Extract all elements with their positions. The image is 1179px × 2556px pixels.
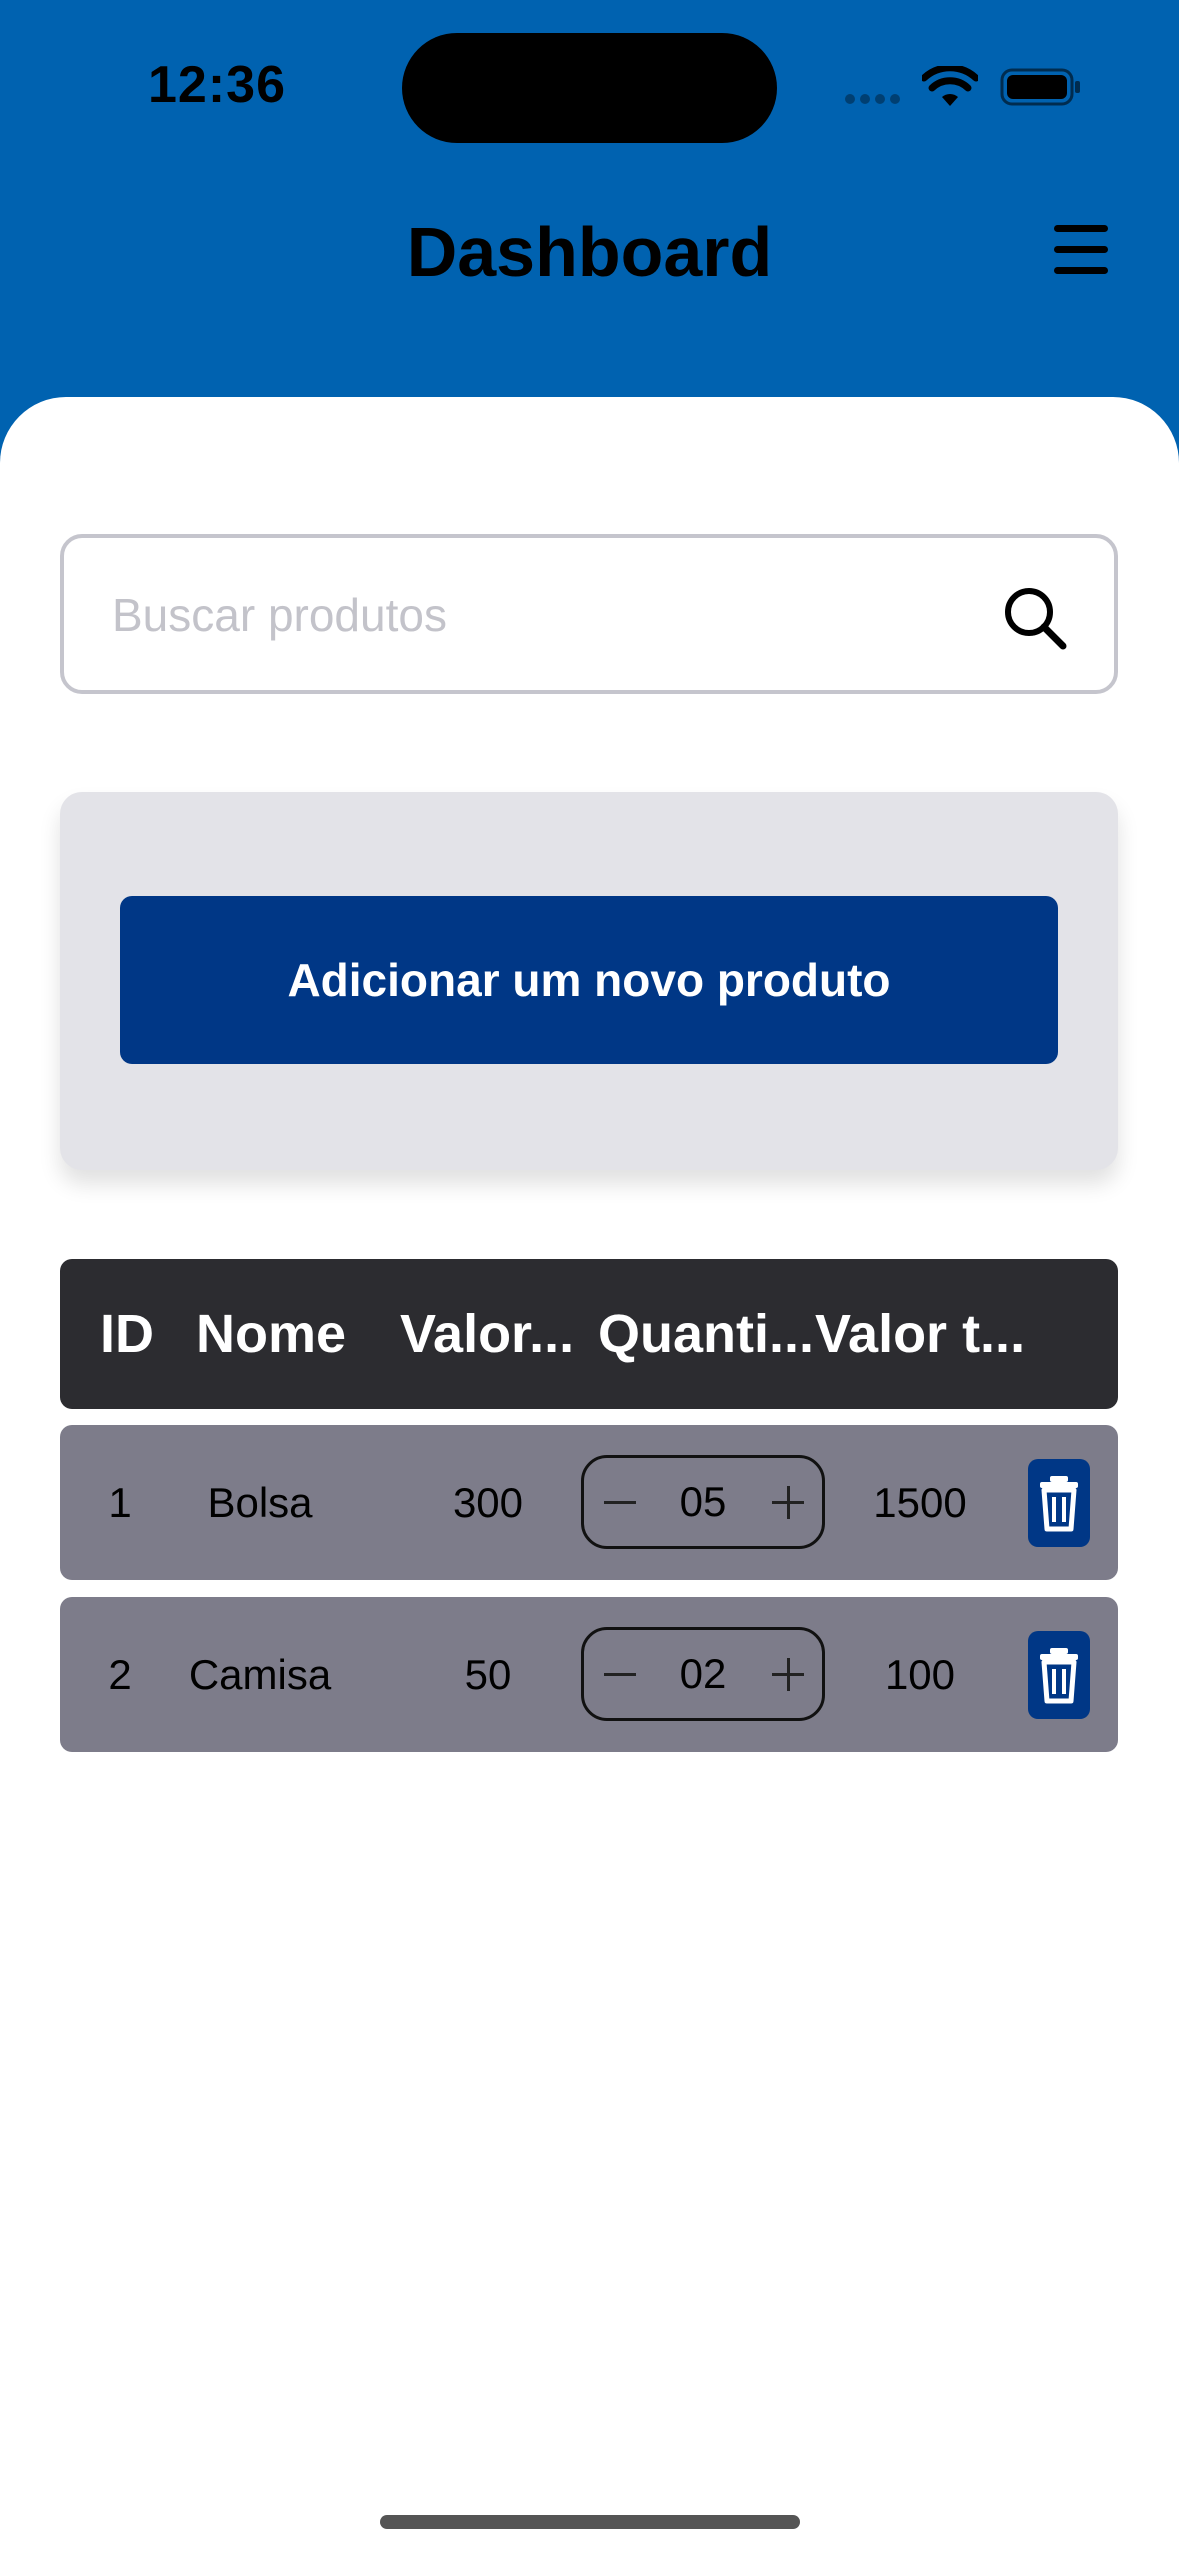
delete-button[interactable] bbox=[1028, 1631, 1090, 1719]
menu-button[interactable] bbox=[1050, 222, 1112, 278]
cell-value: 300 bbox=[452, 1479, 524, 1526]
table-row: 2 Camisa 50 02 100 bbox=[60, 1597, 1118, 1752]
battery-icon bbox=[1000, 68, 1080, 106]
column-header-name: Nome bbox=[196, 1304, 347, 1364]
page-title: Dashboard bbox=[406, 213, 773, 291]
cell-total: 1500 bbox=[873, 1479, 967, 1526]
column-header-total: Valor t... bbox=[815, 1304, 1026, 1364]
search-box[interactable] bbox=[60, 534, 1118, 694]
column-header-value: Valor... bbox=[400, 1304, 575, 1364]
search-input[interactable] bbox=[110, 538, 974, 692]
table-row: 1 Bolsa 300 05 1500 bbox=[60, 1425, 1118, 1580]
quantity-stepper: 05 bbox=[581, 1455, 825, 1549]
table-header: ID Nome Valor... Quanti... Valor t... bbox=[60, 1259, 1118, 1409]
increment-button[interactable] bbox=[752, 1458, 822, 1546]
wifi-icon bbox=[922, 66, 978, 106]
quantity-value: 02 bbox=[679, 1650, 727, 1697]
status-bar: 12:36 bbox=[0, 0, 1179, 175]
cell-id: 1 bbox=[108, 1479, 132, 1526]
home-indicator[interactable] bbox=[380, 2515, 800, 2529]
quantity-value: 05 bbox=[679, 1478, 727, 1525]
trash-icon bbox=[1040, 1476, 1078, 1532]
cell-value: 50 bbox=[464, 1651, 512, 1698]
quantity-stepper: 02 bbox=[581, 1627, 825, 1721]
cell-total: 100 bbox=[884, 1651, 956, 1698]
increment-button[interactable] bbox=[752, 1630, 822, 1718]
column-header-quantity: Quanti... bbox=[598, 1304, 814, 1364]
column-header-id: ID bbox=[100, 1304, 154, 1364]
trash-icon bbox=[1040, 1648, 1078, 1704]
decrement-button[interactable] bbox=[584, 1458, 654, 1546]
cell-id: 2 bbox=[108, 1651, 132, 1698]
dynamic-island bbox=[402, 33, 777, 143]
delete-button[interactable] bbox=[1028, 1459, 1090, 1547]
status-time: 12:36 bbox=[148, 56, 286, 114]
cell-name: Bolsa bbox=[207, 1479, 313, 1526]
add-product-button[interactable]: Adicionar um novo produto bbox=[120, 896, 1058, 1064]
search-icon[interactable] bbox=[999, 582, 1071, 654]
cell-name: Camisa bbox=[188, 1651, 332, 1698]
add-product-card: Adicionar um novo produto bbox=[60, 792, 1118, 1170]
decrement-button[interactable] bbox=[584, 1630, 654, 1718]
cellular-signal-icon bbox=[845, 94, 905, 106]
